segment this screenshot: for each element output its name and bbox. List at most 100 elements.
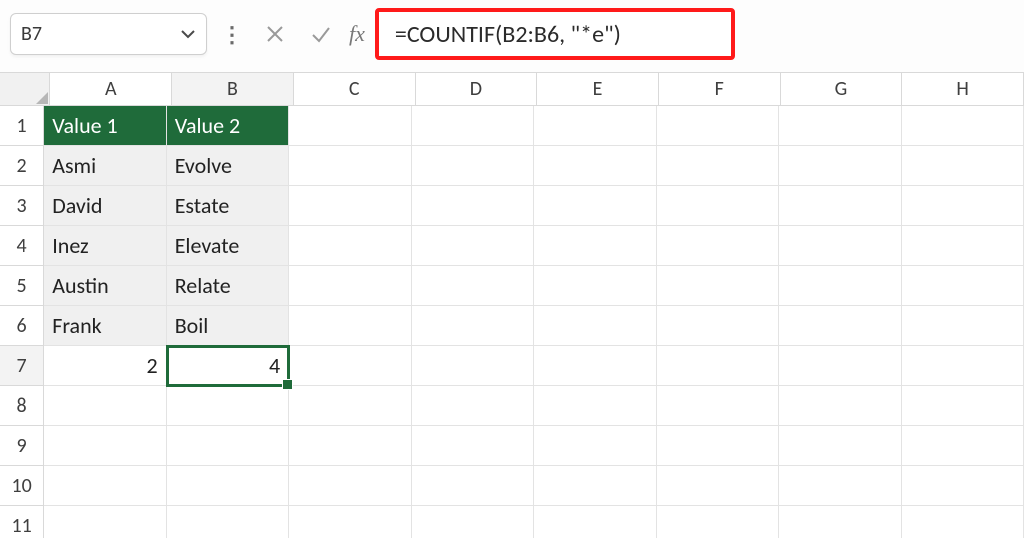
- cell-D1[interactable]: [412, 106, 534, 146]
- cell-H5[interactable]: [902, 266, 1024, 306]
- cell-F6[interactable]: [657, 306, 779, 346]
- cell-B10[interactable]: [167, 466, 289, 506]
- cell-C11[interactable]: [289, 506, 411, 538]
- cell-F7[interactable]: [657, 346, 779, 386]
- cell-F10[interactable]: [657, 466, 779, 506]
- cell-A6[interactable]: Frank: [44, 306, 166, 346]
- cell-H1[interactable]: [902, 106, 1024, 146]
- row-header-3[interactable]: 3: [0, 186, 44, 226]
- cell-D10[interactable]: [412, 466, 534, 506]
- cell-C6[interactable]: [289, 306, 411, 346]
- cell-G3[interactable]: [779, 186, 901, 226]
- cell-B11[interactable]: [167, 506, 289, 538]
- cell-A5[interactable]: Austin: [44, 266, 166, 306]
- cell-G8[interactable]: [779, 386, 901, 426]
- cell-F8[interactable]: [657, 386, 779, 426]
- cell-C4[interactable]: [289, 226, 411, 266]
- cell-H9[interactable]: [902, 426, 1024, 466]
- col-header-F[interactable]: F: [659, 73, 781, 106]
- row-header-1[interactable]: 1: [0, 106, 44, 146]
- cell-D3[interactable]: [412, 186, 534, 226]
- row-header-9[interactable]: 9: [0, 426, 44, 466]
- cell-G9[interactable]: [779, 426, 901, 466]
- col-header-D[interactable]: D: [416, 73, 538, 106]
- cell-F11[interactable]: [657, 506, 779, 538]
- cell-H6[interactable]: [902, 306, 1024, 346]
- cell-E1[interactable]: [534, 106, 656, 146]
- cell-G1[interactable]: [779, 106, 901, 146]
- cell-E9[interactable]: [534, 426, 656, 466]
- accept-formula-button[interactable]: [303, 14, 339, 54]
- cell-B7[interactable]: 4: [167, 346, 289, 386]
- cell-H3[interactable]: [902, 186, 1024, 226]
- cell-E5[interactable]: [534, 266, 656, 306]
- row-header-8[interactable]: 8: [0, 386, 44, 426]
- cell-H7[interactable]: [902, 346, 1024, 386]
- row-header-5[interactable]: 5: [0, 266, 44, 306]
- cell-B6[interactable]: Boil: [167, 306, 289, 346]
- row-header-10[interactable]: 10: [0, 466, 44, 506]
- cell-A8[interactable]: [44, 386, 166, 426]
- cell-A9[interactable]: [44, 426, 166, 466]
- cell-E3[interactable]: [534, 186, 656, 226]
- cell-E10[interactable]: [534, 466, 656, 506]
- cell-D5[interactable]: [412, 266, 534, 306]
- cell-B9[interactable]: [167, 426, 289, 466]
- col-header-E[interactable]: E: [537, 73, 659, 106]
- col-header-H[interactable]: H: [902, 73, 1024, 106]
- cell-D6[interactable]: [412, 306, 534, 346]
- cell-C5[interactable]: [289, 266, 411, 306]
- cell-B5[interactable]: Relate: [167, 266, 289, 306]
- cell-D11[interactable]: [412, 506, 534, 538]
- cell-F4[interactable]: [657, 226, 779, 266]
- cell-G7[interactable]: [779, 346, 901, 386]
- fx-label[interactable]: fx: [349, 21, 365, 47]
- cell-A11[interactable]: [44, 506, 166, 538]
- col-header-C[interactable]: C: [294, 73, 416, 106]
- cell-G4[interactable]: [779, 226, 901, 266]
- cell-F5[interactable]: [657, 266, 779, 306]
- cell-H11[interactable]: [902, 506, 1024, 538]
- cell-C8[interactable]: [289, 386, 411, 426]
- cell-A10[interactable]: [44, 466, 166, 506]
- row-header-2[interactable]: 2: [0, 146, 44, 186]
- cell-C3[interactable]: [289, 186, 411, 226]
- formula-input[interactable]: =COUNTIF(B2:B6, "*e"): [375, 8, 735, 60]
- cell-B4[interactable]: Elevate: [167, 226, 289, 266]
- row-header-6[interactable]: 6: [0, 306, 44, 346]
- cell-F3[interactable]: [657, 186, 779, 226]
- cell-E4[interactable]: [534, 226, 656, 266]
- col-header-A[interactable]: A: [50, 73, 172, 106]
- cell-H8[interactable]: [902, 386, 1024, 426]
- cell-G10[interactable]: [779, 466, 901, 506]
- cell-G2[interactable]: [779, 146, 901, 186]
- cell-B1[interactable]: Value 2: [167, 106, 289, 146]
- cell-F9[interactable]: [657, 426, 779, 466]
- row-header-11[interactable]: 11: [0, 506, 44, 538]
- cell-E11[interactable]: [534, 506, 656, 538]
- cell-C7[interactable]: [289, 346, 411, 386]
- cell-F2[interactable]: [657, 146, 779, 186]
- cell-C2[interactable]: [289, 146, 411, 186]
- cell-D7[interactable]: [412, 346, 534, 386]
- cell-B3[interactable]: Estate: [167, 186, 289, 226]
- select-all-triangle[interactable]: [0, 73, 50, 106]
- row-header-7[interactable]: 7: [0, 346, 44, 386]
- cell-A7[interactable]: 2: [44, 346, 166, 386]
- cell-B2[interactable]: Evolve: [167, 146, 289, 186]
- cell-A1[interactable]: Value 1: [44, 106, 166, 146]
- fill-handle[interactable]: [282, 379, 293, 390]
- cell-D2[interactable]: [412, 146, 534, 186]
- cell-F1[interactable]: [657, 106, 779, 146]
- cell-D8[interactable]: [412, 386, 534, 426]
- cell-C1[interactable]: [289, 106, 411, 146]
- cell-G6[interactable]: [779, 306, 901, 346]
- cell-G5[interactable]: [779, 266, 901, 306]
- name-box[interactable]: B7: [10, 13, 207, 55]
- cell-H4[interactable]: [902, 226, 1024, 266]
- cell-B8[interactable]: [167, 386, 289, 426]
- cell-A4[interactable]: Inez: [44, 226, 166, 266]
- cell-G11[interactable]: [779, 506, 901, 538]
- cell-D9[interactable]: [412, 426, 534, 466]
- cell-A2[interactable]: Asmi: [44, 146, 166, 186]
